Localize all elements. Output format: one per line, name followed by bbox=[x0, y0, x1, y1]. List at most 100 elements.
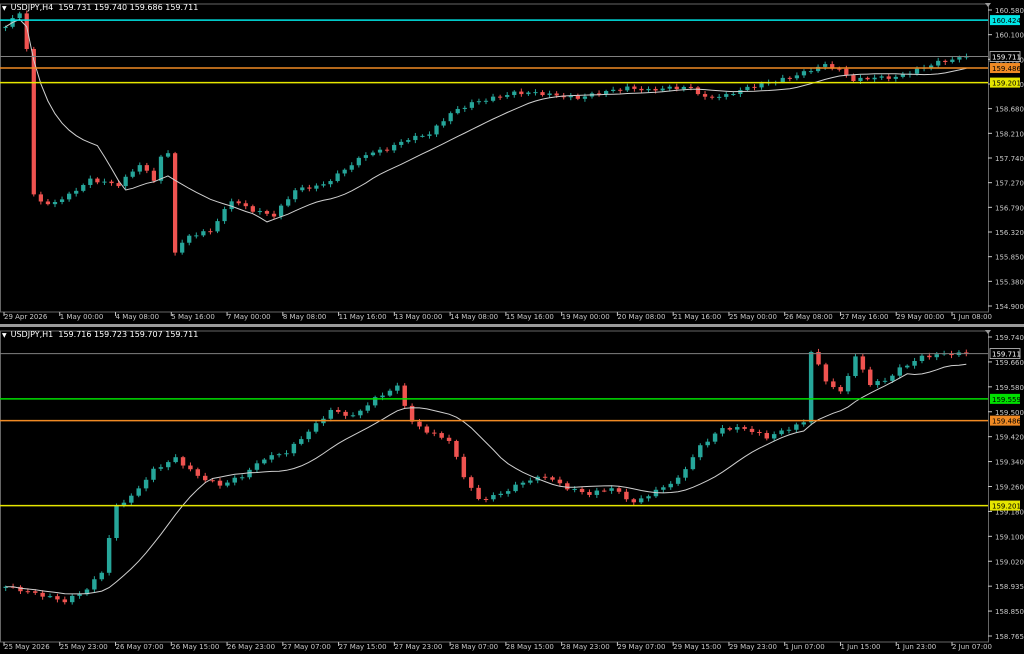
plot-frame bbox=[0, 3, 989, 313]
h1-chart-window[interactable]: 159.740 159.660 159.580 159.500 159.420 159.3… bbox=[0, 327, 1024, 654]
candle-body bbox=[69, 595, 75, 603]
x-tick-label: 8 May 08:00 bbox=[283, 313, 327, 321]
candle-body bbox=[59, 199, 65, 203]
h1-chart-canvas[interactable]: 159.740 159.660 159.580 159.500 159.420 159.3… bbox=[0, 327, 1024, 654]
candle-body bbox=[745, 86, 750, 91]
y-tick-label: 159.020 bbox=[995, 558, 1024, 566]
x-tick-label: 1 Jun 07:00 bbox=[785, 643, 825, 651]
candle-body bbox=[505, 95, 510, 97]
candle-body bbox=[62, 599, 68, 603]
candle-body bbox=[731, 94, 736, 96]
candle-body bbox=[257, 211, 263, 213]
candle-body bbox=[380, 395, 385, 398]
candle-body bbox=[432, 432, 437, 434]
candle-body bbox=[225, 482, 230, 486]
candle-body bbox=[365, 405, 370, 411]
candle-body bbox=[727, 428, 733, 430]
h4-symbol-title: USDJPY,H4 bbox=[10, 3, 54, 12]
candle-body bbox=[102, 181, 107, 183]
candle-body bbox=[875, 381, 880, 386]
candle-body bbox=[779, 430, 784, 435]
candle-body bbox=[661, 487, 666, 490]
candle-body bbox=[276, 454, 282, 456]
dropdown-triangle-icon[interactable]: ▼ bbox=[2, 5, 7, 12]
candle-body bbox=[695, 87, 701, 95]
candle-body bbox=[912, 360, 917, 366]
candle-body bbox=[47, 596, 53, 598]
candle-body bbox=[406, 140, 411, 142]
x-tick-label: 4 May 08:00 bbox=[116, 313, 160, 321]
x-tick-label: 27 May 16:00 bbox=[840, 313, 888, 321]
y-tick-label: 158.935 bbox=[995, 583, 1024, 591]
candle-body bbox=[675, 477, 681, 484]
h4-chart-canvas[interactable]: 160.580160.100159.620159.150158.680158.2… bbox=[0, 0, 1024, 324]
chart-shift-icon[interactable] bbox=[985, 330, 991, 334]
candle-body bbox=[624, 491, 629, 500]
candle-body bbox=[461, 456, 467, 478]
candle-body bbox=[106, 537, 112, 573]
candle-body bbox=[893, 76, 898, 79]
candle-body bbox=[166, 462, 171, 468]
candle-body bbox=[202, 475, 208, 481]
candle-body bbox=[349, 165, 354, 170]
candle-body bbox=[321, 184, 326, 186]
candle-body bbox=[505, 491, 511, 494]
candle-body bbox=[210, 480, 215, 482]
candle-body bbox=[454, 440, 459, 457]
candle-body bbox=[957, 57, 962, 60]
candle-body bbox=[173, 457, 178, 463]
x-tick-label: 5 May 16:00 bbox=[171, 313, 215, 321]
y-tick-label: 160.580 bbox=[995, 7, 1024, 15]
candle-body bbox=[575, 95, 580, 99]
candle-body bbox=[95, 178, 100, 183]
candle-body bbox=[653, 88, 658, 91]
candle-body bbox=[399, 141, 404, 145]
candle-body bbox=[151, 468, 156, 480]
current-price-label: 159.711 bbox=[992, 54, 1021, 62]
candle-body bbox=[441, 121, 446, 126]
candle-body bbox=[554, 93, 559, 96]
candle-body bbox=[45, 201, 51, 205]
candle-body bbox=[872, 77, 877, 80]
dropdown-triangle-icon[interactable]: ▼ bbox=[2, 332, 7, 339]
candle-body bbox=[247, 469, 252, 478]
candle-body bbox=[109, 181, 114, 184]
candle-body bbox=[587, 492, 592, 495]
h4-chart-window[interactable]: 160.580160.100159.620159.150158.680158.2… bbox=[0, 0, 1024, 324]
x-tick-label: 27 May 15:00 bbox=[339, 643, 387, 651]
y-tick-label: 157.740 bbox=[995, 155, 1024, 163]
candle-body bbox=[801, 422, 806, 425]
candle-body bbox=[757, 431, 762, 434]
candle-body bbox=[483, 100, 489, 102]
y-tick-label: 158.765 bbox=[995, 633, 1024, 641]
candle-body bbox=[738, 90, 743, 95]
candle-body bbox=[74, 190, 79, 194]
x-tick-label: 15 May 16:00 bbox=[506, 313, 554, 321]
candle-body bbox=[328, 409, 334, 419]
y-tick-label: 158.850 bbox=[995, 608, 1024, 616]
candle-body bbox=[943, 60, 948, 62]
candle-body bbox=[914, 68, 920, 74]
candle-body bbox=[646, 88, 651, 91]
candle-body bbox=[413, 135, 418, 141]
y-tick-label: 159.100 bbox=[995, 533, 1024, 541]
candle-body bbox=[724, 94, 729, 97]
candle-body bbox=[749, 428, 755, 432]
chart-shift-icon[interactable] bbox=[985, 3, 991, 7]
candle-body bbox=[31, 48, 36, 195]
candle-body bbox=[609, 488, 614, 491]
candle-body bbox=[709, 96, 715, 98]
x-tick-label: 29 May 00:00 bbox=[896, 313, 944, 321]
candle-body bbox=[787, 77, 792, 79]
candle-body bbox=[188, 465, 193, 470]
candle-body bbox=[853, 356, 858, 376]
candle-body bbox=[448, 113, 453, 122]
candle-body bbox=[688, 86, 694, 88]
candle-body bbox=[632, 86, 637, 89]
x-tick-label: 28 May 23:00 bbox=[562, 643, 610, 651]
candle-body bbox=[343, 411, 348, 416]
candle-body bbox=[187, 235, 192, 243]
candle-body bbox=[879, 76, 884, 78]
candle-body bbox=[402, 385, 407, 406]
candle-body bbox=[603, 90, 609, 95]
